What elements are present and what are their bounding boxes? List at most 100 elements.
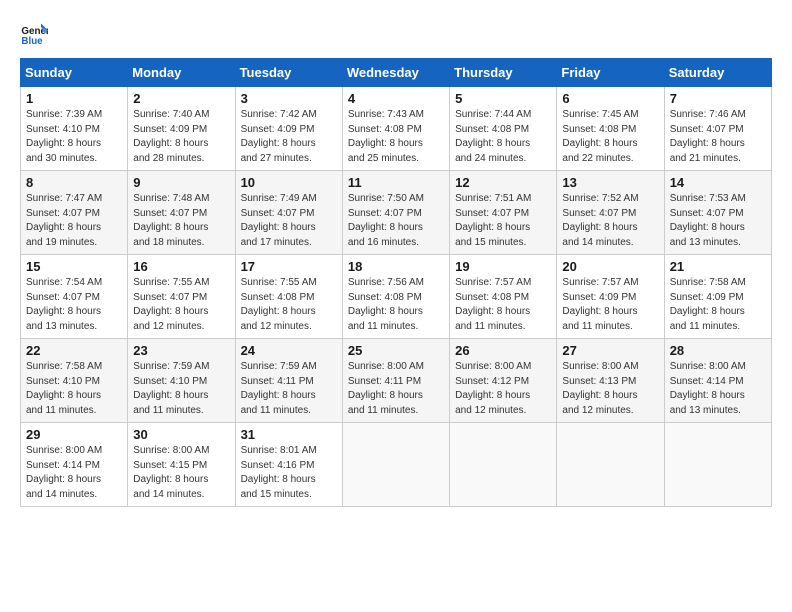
day-cell: 16 Sunrise: 7:55 AMSunset: 4:07 PMDaylig… [128,255,235,339]
day-number: 28 [670,343,766,358]
day-cell: 17 Sunrise: 7:55 AMSunset: 4:08 PMDaylig… [235,255,342,339]
day-info: Sunrise: 8:01 AMSunset: 4:16 PMDaylight:… [241,444,337,502]
day-number: 24 [241,343,337,358]
day-number: 6 [562,91,658,106]
day-cell [450,423,557,507]
day-info: Sunrise: 7:50 AMSunset: 4:07 PMDaylight:… [348,192,444,250]
day-info: Sunrise: 7:54 AMSunset: 4:07 PMDaylight:… [26,276,122,334]
day-cell: 3 Sunrise: 7:42 AMSunset: 4:09 PMDayligh… [235,87,342,171]
day-number: 31 [241,427,337,442]
day-cell: 18 Sunrise: 7:56 AMSunset: 4:08 PMDaylig… [342,255,449,339]
day-cell: 15 Sunrise: 7:54 AMSunset: 4:07 PMDaylig… [21,255,128,339]
day-number: 18 [348,259,444,274]
day-number: 30 [133,427,229,442]
day-info: Sunrise: 7:40 AMSunset: 4:09 PMDaylight:… [133,108,229,166]
day-cell: 22 Sunrise: 7:58 AMSunset: 4:10 PMDaylig… [21,339,128,423]
day-info: Sunrise: 7:59 AMSunset: 4:10 PMDaylight:… [133,360,229,418]
day-number: 17 [241,259,337,274]
day-cell: 7 Sunrise: 7:46 AMSunset: 4:07 PMDayligh… [664,87,771,171]
day-cell: 31 Sunrise: 8:01 AMSunset: 4:16 PMDaylig… [235,423,342,507]
day-header-saturday: Saturday [664,59,771,87]
day-info: Sunrise: 7:59 AMSunset: 4:11 PMDaylight:… [241,360,337,418]
day-number: 27 [562,343,658,358]
day-header-monday: Monday [128,59,235,87]
day-number: 11 [348,175,444,190]
day-cell: 11 Sunrise: 7:50 AMSunset: 4:07 PMDaylig… [342,171,449,255]
day-info: Sunrise: 7:39 AMSunset: 4:10 PMDaylight:… [26,108,122,166]
day-number: 10 [241,175,337,190]
day-info: Sunrise: 7:44 AMSunset: 4:08 PMDaylight:… [455,108,551,166]
day-info: Sunrise: 7:47 AMSunset: 4:07 PMDaylight:… [26,192,122,250]
day-info: Sunrise: 8:00 AMSunset: 4:15 PMDaylight:… [133,444,229,502]
day-number: 15 [26,259,122,274]
day-cell: 10 Sunrise: 7:49 AMSunset: 4:07 PMDaylig… [235,171,342,255]
day-number: 1 [26,91,122,106]
day-number: 12 [455,175,551,190]
day-cell: 1 Sunrise: 7:39 AMSunset: 4:10 PMDayligh… [21,87,128,171]
day-info: Sunrise: 8:00 AMSunset: 4:11 PMDaylight:… [348,360,444,418]
week-row-3: 15 Sunrise: 7:54 AMSunset: 4:07 PMDaylig… [21,255,772,339]
logo: General Blue [20,20,52,48]
day-cell: 29 Sunrise: 8:00 AMSunset: 4:14 PMDaylig… [21,423,128,507]
day-info: Sunrise: 7:56 AMSunset: 4:08 PMDaylight:… [348,276,444,334]
day-cell: 30 Sunrise: 8:00 AMSunset: 4:15 PMDaylig… [128,423,235,507]
day-info: Sunrise: 7:43 AMSunset: 4:08 PMDaylight:… [348,108,444,166]
calendar-header-row: SundayMondayTuesdayWednesdayThursdayFrid… [21,59,772,87]
day-info: Sunrise: 8:00 AMSunset: 4:14 PMDaylight:… [26,444,122,502]
day-info: Sunrise: 8:00 AMSunset: 4:12 PMDaylight:… [455,360,551,418]
day-number: 8 [26,175,122,190]
day-cell [664,423,771,507]
day-cell: 27 Sunrise: 8:00 AMSunset: 4:13 PMDaylig… [557,339,664,423]
day-info: Sunrise: 7:46 AMSunset: 4:07 PMDaylight:… [670,108,766,166]
week-row-5: 29 Sunrise: 8:00 AMSunset: 4:14 PMDaylig… [21,423,772,507]
day-cell: 13 Sunrise: 7:52 AMSunset: 4:07 PMDaylig… [557,171,664,255]
day-info: Sunrise: 7:49 AMSunset: 4:07 PMDaylight:… [241,192,337,250]
day-info: Sunrise: 7:55 AMSunset: 4:07 PMDaylight:… [133,276,229,334]
week-row-4: 22 Sunrise: 7:58 AMSunset: 4:10 PMDaylig… [21,339,772,423]
day-number: 3 [241,91,337,106]
day-number: 25 [348,343,444,358]
day-cell: 26 Sunrise: 8:00 AMSunset: 4:12 PMDaylig… [450,339,557,423]
day-header-tuesday: Tuesday [235,59,342,87]
day-info: Sunrise: 7:53 AMSunset: 4:07 PMDaylight:… [670,192,766,250]
day-cell: 6 Sunrise: 7:45 AMSunset: 4:08 PMDayligh… [557,87,664,171]
day-number: 22 [26,343,122,358]
day-info: Sunrise: 8:00 AMSunset: 4:13 PMDaylight:… [562,360,658,418]
day-number: 5 [455,91,551,106]
day-number: 23 [133,343,229,358]
header: General Blue [20,20,772,48]
day-info: Sunrise: 7:48 AMSunset: 4:07 PMDaylight:… [133,192,229,250]
day-number: 4 [348,91,444,106]
day-cell: 5 Sunrise: 7:44 AMSunset: 4:08 PMDayligh… [450,87,557,171]
day-info: Sunrise: 7:57 AMSunset: 4:09 PMDaylight:… [562,276,658,334]
day-cell: 28 Sunrise: 8:00 AMSunset: 4:14 PMDaylig… [664,339,771,423]
day-info: Sunrise: 8:00 AMSunset: 4:14 PMDaylight:… [670,360,766,418]
day-number: 21 [670,259,766,274]
day-cell: 25 Sunrise: 8:00 AMSunset: 4:11 PMDaylig… [342,339,449,423]
logo-icon: General Blue [20,20,48,48]
day-cell: 9 Sunrise: 7:48 AMSunset: 4:07 PMDayligh… [128,171,235,255]
day-number: 29 [26,427,122,442]
day-number: 19 [455,259,551,274]
day-number: 13 [562,175,658,190]
day-info: Sunrise: 7:55 AMSunset: 4:08 PMDaylight:… [241,276,337,334]
day-cell: 12 Sunrise: 7:51 AMSunset: 4:07 PMDaylig… [450,171,557,255]
day-info: Sunrise: 7:42 AMSunset: 4:09 PMDaylight:… [241,108,337,166]
day-number: 7 [670,91,766,106]
day-cell: 23 Sunrise: 7:59 AMSunset: 4:10 PMDaylig… [128,339,235,423]
day-cell: 2 Sunrise: 7:40 AMSunset: 4:09 PMDayligh… [128,87,235,171]
day-header-friday: Friday [557,59,664,87]
week-row-1: 1 Sunrise: 7:39 AMSunset: 4:10 PMDayligh… [21,87,772,171]
day-number: 26 [455,343,551,358]
day-number: 9 [133,175,229,190]
day-cell: 20 Sunrise: 7:57 AMSunset: 4:09 PMDaylig… [557,255,664,339]
day-number: 16 [133,259,229,274]
day-info: Sunrise: 7:58 AMSunset: 4:10 PMDaylight:… [26,360,122,418]
day-info: Sunrise: 7:51 AMSunset: 4:07 PMDaylight:… [455,192,551,250]
day-header-sunday: Sunday [21,59,128,87]
day-cell: 24 Sunrise: 7:59 AMSunset: 4:11 PMDaylig… [235,339,342,423]
day-info: Sunrise: 7:52 AMSunset: 4:07 PMDaylight:… [562,192,658,250]
calendar: SundayMondayTuesdayWednesdayThursdayFrid… [20,58,772,507]
day-cell: 8 Sunrise: 7:47 AMSunset: 4:07 PMDayligh… [21,171,128,255]
day-number: 2 [133,91,229,106]
